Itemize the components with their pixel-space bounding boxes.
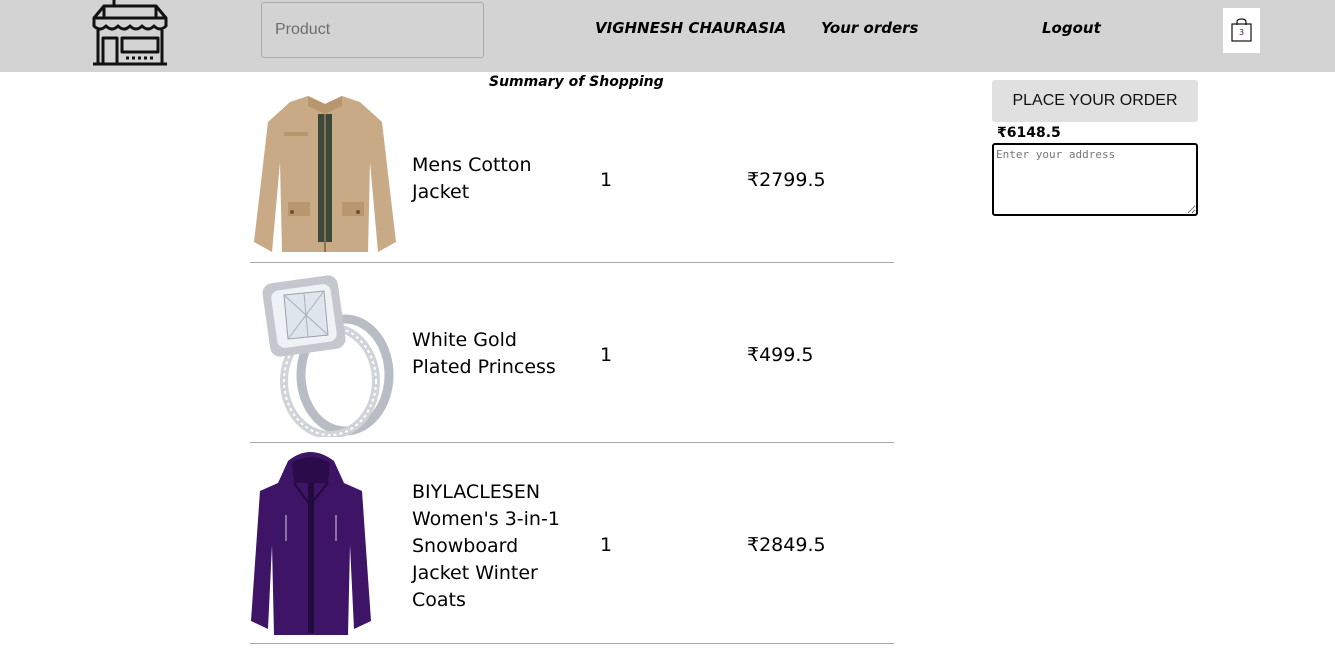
cart-item-name: BIYLACLESEN Women's 3-in-1 Snowboard Jac… — [412, 481, 560, 611]
cart-item-name: White Gold Plated Princess — [412, 329, 556, 378]
cart-item-name: Mens Cotton Jacket — [412, 154, 532, 203]
cart-item-row: White Gold Plated Princess 1 ₹499.5 — [250, 263, 894, 443]
address-input[interactable] — [992, 143, 1198, 216]
store-icon[interactable] — [90, 0, 170, 66]
cart-item-qty: 1 — [600, 534, 613, 556]
nav-user-name[interactable]: VIGHNESH CHAURASIA — [595, 19, 786, 37]
beige-jacket-image — [250, 92, 400, 264]
cart-button[interactable]: 3 — [1223, 8, 1260, 53]
place-order-button[interactable]: PLACE YOUR ORDER — [992, 80, 1198, 122]
cart-item-qty: 1 — [600, 169, 613, 191]
cart-item-qty: 1 — [600, 344, 613, 366]
purple-jacket-image — [250, 445, 372, 641]
nav-your-orders-link[interactable]: Your orders — [821, 19, 918, 37]
cart-items-table: Mens Cotton Jacket 1 ₹2799.5 White Gold … — [250, 92, 894, 644]
order-total: ₹6148.5 — [997, 125, 1061, 141]
ring-image — [250, 265, 400, 441]
cart-item-row: BIYLACLESEN Women's 3-in-1 Snowboard Jac… — [250, 443, 894, 644]
product-search-input[interactable] — [261, 2, 484, 58]
nav-logout-link[interactable]: Logout — [1042, 19, 1101, 37]
cart-item-price: ₹2849.5 — [747, 534, 826, 556]
top-navbar: VIGHNESH CHAURASIA Your orders Logout 3 — [0, 0, 1335, 72]
cart-item-price: ₹2799.5 — [747, 169, 826, 191]
cart-item-row: Mens Cotton Jacket 1 ₹2799.5 — [250, 92, 894, 263]
cart-item-price: ₹499.5 — [747, 344, 814, 366]
page-title: Summary of Shopping — [489, 74, 664, 90]
cart-count-badge: 3 — [1238, 28, 1245, 37]
